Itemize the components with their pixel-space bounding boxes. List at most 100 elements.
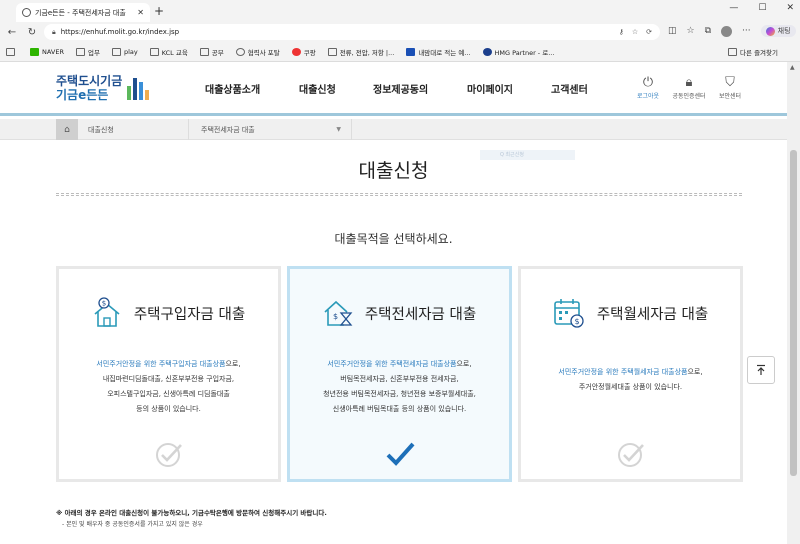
address-bar[interactable]: 🔒︎ https://enhuf.molit.go.kr/index.jsp ⚷…	[44, 24, 660, 40]
nav-info-consent[interactable]: 정보제공동의	[373, 81, 428, 96]
url-text: https://enhuf.molit.go.kr/index.jsp	[60, 28, 180, 36]
favorite-star-icon[interactable]: ☆	[632, 28, 638, 36]
copilot-icon	[765, 26, 775, 36]
site-logo[interactable]: 주택도시기금 기금e든든	[56, 74, 150, 102]
browser-tab[interactable]: 기금e든든 - 주택전세자금 대출 ✕	[16, 3, 150, 22]
shield-icon: ⛉	[725, 75, 735, 90]
split-screen-icon[interactable]: ◫	[668, 26, 677, 36]
globe-icon	[22, 8, 31, 17]
calendar-money-icon: $	[554, 299, 584, 328]
extension-icon[interactable]: ⟳	[646, 28, 652, 36]
breadcrumb: ⌂ 대출신청 주택전세자금 대출 ▼	[0, 119, 787, 140]
browser-chrome: 기금e든든 - 주택전세자금 대출 ✕ + — ☐ ✕ ← ↻ 🔒︎ https…	[0, 0, 800, 62]
card-title: 주택구입자금 대출	[133, 306, 246, 323]
logo-line2: 기금e든든	[56, 88, 109, 102]
card-monthly-rent-loan[interactable]: $ 주택월세자금 대출 서민주거안정을 위한 주택월세자금 대출상품으로, 주거…	[518, 266, 743, 482]
security-center-button[interactable]: ⛉ 보안센터	[708, 74, 752, 100]
title-divider	[56, 193, 742, 196]
scrollbar-thumb[interactable]	[790, 150, 797, 476]
favorite-item[interactable]: HMG Partner - 로...	[482, 47, 554, 57]
close-tab-icon[interactable]: ✕	[137, 8, 144, 17]
collections-icon[interactable]: ⧉	[705, 26, 711, 36]
breadcrumb-level1[interactable]: 대출신청	[88, 125, 114, 135]
folder-icon	[199, 48, 209, 56]
logo-bars-icon	[127, 76, 150, 100]
new-tab-button[interactable]: +	[154, 4, 164, 18]
hyundai-icon	[482, 48, 492, 56]
favorite-item[interactable]: 쿠팡	[291, 47, 316, 57]
notice-text: ※ 아래의 경우 온라인 대출신청이 불가능하오니, 기금수탁은행에 방문하여 …	[56, 509, 327, 517]
favorite-item[interactable]: 업무	[75, 47, 100, 57]
favorite-item[interactable]: KCL 교육	[149, 47, 188, 57]
scroll-top-button[interactable]	[747, 356, 775, 384]
minimize-icon[interactable]: —	[729, 3, 738, 13]
house-hourglass-icon: $	[324, 300, 353, 326]
card-description: 서민주거안정을 위한 주택전세자금 대출상품으로, 버팀목전세자금, 신혼부부전…	[323, 360, 476, 413]
card-jeonse-loan[interactable]: $ 주택전세자금 대출 서민주거안정을 위한 주택전세자금 대출상품으로, 버팀…	[287, 266, 512, 482]
toolbar-icons: ◫ ☆ ⧉ ··· 채팅	[668, 25, 796, 37]
naver-icon	[30, 48, 39, 56]
favorites-icon[interactable]: ☆	[687, 26, 695, 36]
card-description: 서민주거안정을 위한 주택월세자금 대출상품으로, 주거안정월세대출 상품이 있…	[558, 368, 703, 391]
tab-bar: 기금e든든 - 주택전세자금 대출 ✕ + — ☐ ✕	[0, 0, 800, 22]
blog-icon	[406, 48, 416, 56]
coupang-icon	[291, 48, 301, 56]
copilot-label: 채팅	[777, 27, 791, 35]
power-icon: ⏻	[642, 75, 654, 90]
reading-icon	[6, 48, 15, 56]
breadcrumb-level2-select[interactable]: 주택전세자금 대출 ▼	[188, 119, 352, 140]
notice-subtext: - 본인 및 배우자 중 공동인증서를 가지고 있지 않은 경우	[62, 521, 203, 528]
card-title: 주택전세자금 대출	[364, 306, 477, 323]
other-favorites[interactable]: 다른 즐겨찾기	[728, 47, 778, 57]
card-title: 주택월세자금 대출	[596, 306, 709, 323]
nav-mypage[interactable]: 마이페이지	[467, 81, 513, 96]
check-selected-icon	[386, 442, 414, 466]
folder-icon	[327, 48, 337, 56]
key-icon[interactable]: ⚷	[619, 28, 624, 36]
close-window-icon[interactable]: ✕	[786, 3, 794, 13]
folder-icon	[75, 48, 85, 56]
folder-icon	[149, 48, 159, 56]
scroll-up-arrow-icon[interactable]: ▲	[790, 64, 795, 71]
cert-center-button[interactable]: 🔒︎ 공동인증센터	[667, 74, 711, 100]
address-row: ← ↻ 🔒︎ https://enhuf.molit.go.kr/index.j…	[0, 22, 800, 42]
check-circle-icon	[155, 443, 182, 467]
page-subtitle: 대출목적을 선택하세요.	[334, 232, 453, 246]
favorite-item[interactable]: 공부	[199, 47, 224, 57]
logout-button[interactable]: ⏻ 로그아웃	[626, 74, 670, 100]
nav-customer-center[interactable]: 고객센터	[551, 81, 588, 96]
logo-line1: 주택도시기금	[56, 74, 123, 88]
tab-title: 기금e든든 - 주택전세자금 대출	[35, 8, 126, 17]
more-icon[interactable]: ···	[742, 26, 751, 36]
favorite-item[interactable]: play	[111, 48, 138, 56]
card-description: 서민주거안정을 위한 주택구입자금 대출상품으로, 내집마련디딤돌대출, 신혼부…	[96, 360, 241, 413]
refresh-icon[interactable]: ↻	[24, 27, 40, 38]
favorites-toggle[interactable]	[6, 48, 18, 56]
nav-loan-products[interactable]: 대출상품소개	[205, 81, 260, 96]
profile-avatar[interactable]	[721, 25, 733, 37]
page-title: 대출신청	[358, 160, 429, 182]
copilot-button[interactable]: 채팅	[760, 25, 796, 37]
home-icon[interactable]: ⌂	[56, 119, 78, 140]
web-page: 주택도시기금 기금e든든 대출상품소개 대출신청 정보제공동의 마이페이지 고객…	[0, 62, 787, 544]
nav-loan-apply[interactable]: 대출신청	[299, 81, 336, 96]
back-icon[interactable]: ←	[4, 27, 20, 38]
favorite-item[interactable]: 내맘대로 적는 예...	[406, 47, 471, 57]
arrow-up-icon	[757, 364, 765, 375]
card-purchase-loan[interactable]: $ 주택구입자금 대출 서민주거안정을 위한 주택구입자금 대출상품으로, 내집…	[56, 266, 281, 482]
folder-icon	[111, 48, 121, 56]
svg-text:$: $	[102, 300, 106, 308]
favorite-item[interactable]: 전류, 전압, 저항 |...	[327, 47, 394, 57]
favorite-item[interactable]: NAVER	[30, 48, 64, 56]
svg-text:$: $	[333, 312, 338, 321]
check-circle-icon	[617, 443, 644, 467]
window-controls: — ☐ ✕	[729, 3, 794, 13]
lock-icon[interactable]: 🔒︎	[52, 28, 56, 37]
maximize-icon[interactable]: ☐	[758, 3, 766, 13]
site-header: 주택도시기금 기금e든든 대출상품소개 대출신청 정보제공동의 마이페이지 고객…	[0, 62, 787, 116]
lock-icon: 🔒︎	[685, 75, 693, 90]
svg-text:$: $	[574, 317, 579, 326]
page-scrollbar[interactable]: ▲	[787, 62, 800, 544]
dropdown-arrow-icon: ▼	[336, 126, 341, 133]
favorite-item[interactable]: 협력사 포탈	[235, 47, 280, 57]
